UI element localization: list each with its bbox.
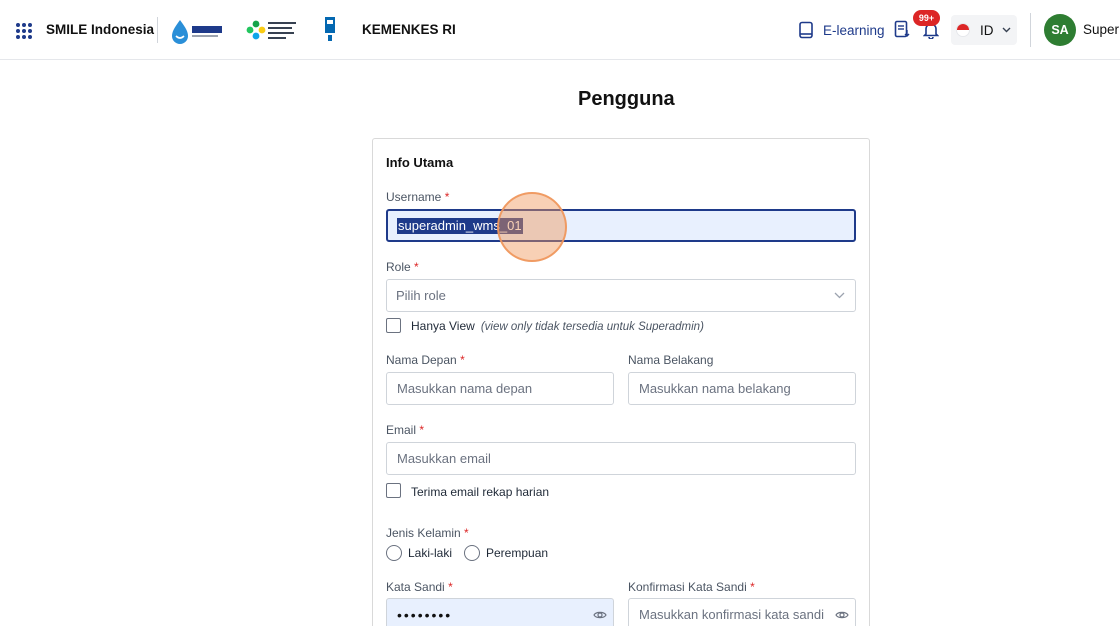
confirm-password-label: Konfirmasi Kata Sandi * xyxy=(628,580,755,594)
avatar[interactable]: SA xyxy=(1044,14,1076,46)
view-only-note: (view only tidak tersedia untuk Superadm… xyxy=(480,321,704,333)
username-input[interactable]: superadmin_wms_01 xyxy=(386,209,856,242)
page-title: Pengguna xyxy=(578,88,675,110)
click-indicator xyxy=(497,192,567,262)
user-name[interactable]: Super Admin xyxy=(1083,22,1120,37)
elearning-link[interactable]: E-learning xyxy=(798,18,885,42)
role-label: Role * xyxy=(386,260,419,274)
eye-icon[interactable] xyxy=(835,608,849,622)
confirm-password-placeholder: Masukkan konfirmasi kata sandi xyxy=(639,607,824,622)
gender-female-radio[interactable] xyxy=(464,545,480,561)
header-divider xyxy=(157,17,158,43)
last-name-input[interactable] xyxy=(628,372,856,405)
gender-label: Jenis Kelamin * xyxy=(386,526,469,540)
elearning-label: E-learning xyxy=(823,22,885,38)
password-value: •••••••• xyxy=(397,606,453,623)
language-code: ID xyxy=(980,22,994,38)
role-placeholder: Pilih role xyxy=(396,288,446,303)
smile-logo-icon xyxy=(172,20,222,44)
eye-icon[interactable] xyxy=(593,608,607,622)
kemenkes-logo-icon xyxy=(246,20,296,40)
gender-male-radio[interactable] xyxy=(386,545,402,561)
top-header: SMILE Indonesia KEMENKES RI E-learning 9… xyxy=(0,0,1120,60)
section-title: Info Utama xyxy=(386,155,454,170)
password-label: Kata Sandi * xyxy=(386,580,453,594)
password-input[interactable]: •••••••• xyxy=(386,598,614,626)
app-grid-icon[interactable] xyxy=(16,23,32,39)
header-divider-right xyxy=(1030,13,1031,47)
book-icon xyxy=(799,21,813,39)
view-only-checkbox[interactable] xyxy=(386,318,401,333)
chevron-down-icon xyxy=(834,292,845,299)
first-name-label: Nama Depan * xyxy=(386,353,465,367)
role-select[interactable]: Pilih role xyxy=(386,279,856,312)
indonesia-flag-icon xyxy=(956,23,970,37)
first-name-input[interactable] xyxy=(386,372,614,405)
gender-female-label: Perempuan xyxy=(486,546,549,560)
daily-recap-checkbox[interactable] xyxy=(386,483,401,498)
confirm-password-input[interactable]: Masukkan konfirmasi kata sandi xyxy=(628,598,856,626)
daily-recap-label: Terima email rekap harian xyxy=(411,485,550,499)
brand-name: SMILE Indonesia xyxy=(46,22,155,37)
view-only-label: Hanya View (view only tidak tersedia untu… xyxy=(411,319,704,333)
notification-badge: 99+ xyxy=(913,10,940,26)
language-selector[interactable]: ID xyxy=(951,15,1017,45)
username-label: Username * xyxy=(386,190,450,204)
undp-logo-icon xyxy=(325,17,335,41)
org-name: KEMENKES RI xyxy=(362,22,456,37)
page-title-container: Pengguna xyxy=(0,88,1120,114)
email-label: Email * xyxy=(386,423,425,437)
document-download-icon[interactable] xyxy=(894,20,910,38)
email-input[interactable] xyxy=(386,442,856,475)
gender-male-label: Laki-laki xyxy=(408,546,453,560)
last-name-label: Nama Belakang xyxy=(628,353,714,367)
chevron-down-icon xyxy=(1002,27,1010,33)
